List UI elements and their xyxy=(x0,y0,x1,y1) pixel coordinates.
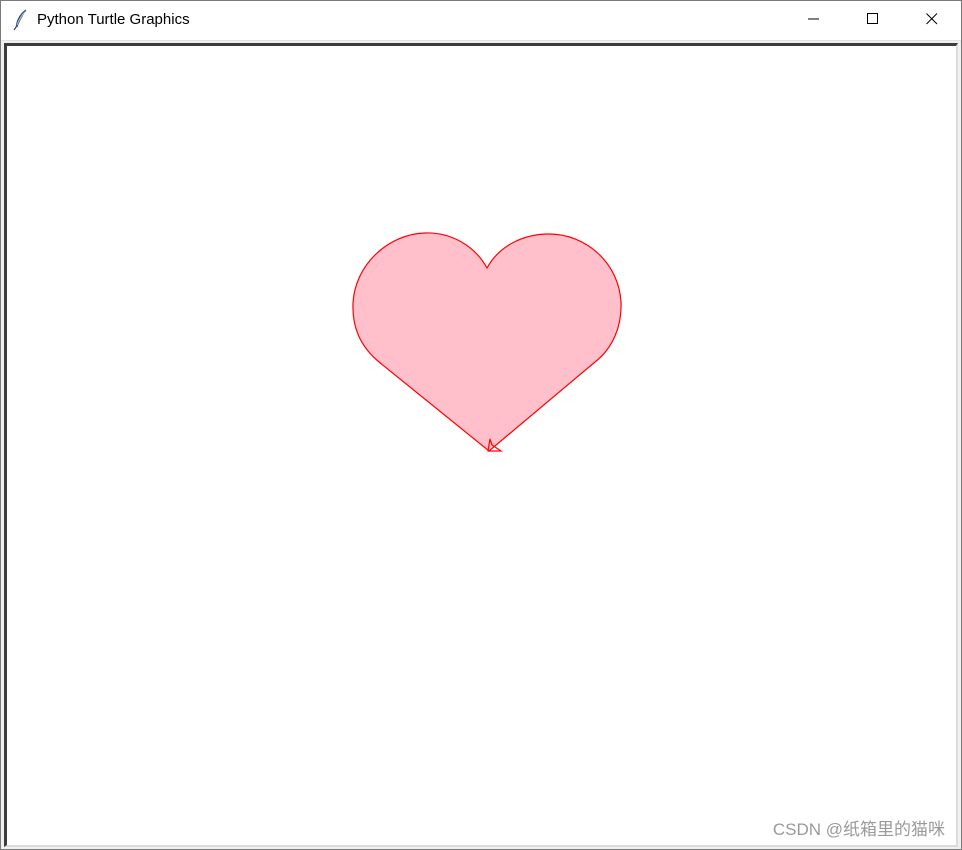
turtle-window: Python Turtle Graphics CSDN @纸箱里的猫咪 xyxy=(0,0,962,850)
turtle-canvas[interactable]: CSDN @纸箱里的猫咪 xyxy=(7,46,956,845)
minimize-button[interactable] xyxy=(791,1,837,40)
maximize-icon xyxy=(867,12,879,30)
close-icon xyxy=(926,12,938,30)
close-button[interactable] xyxy=(909,1,955,40)
title-bar[interactable]: Python Turtle Graphics xyxy=(1,1,961,41)
maximize-button[interactable] xyxy=(850,1,896,40)
heart-shape xyxy=(352,232,622,452)
feather-icon xyxy=(12,9,30,31)
csdn-watermark: CSDN @纸箱里的猫咪 xyxy=(772,820,945,839)
window-title: Python Turtle Graphics xyxy=(37,11,190,28)
canvas-frame: CSDN @纸箱里的猫咪 xyxy=(4,43,958,847)
drawing-surface xyxy=(352,232,622,452)
minimize-icon xyxy=(808,12,820,30)
